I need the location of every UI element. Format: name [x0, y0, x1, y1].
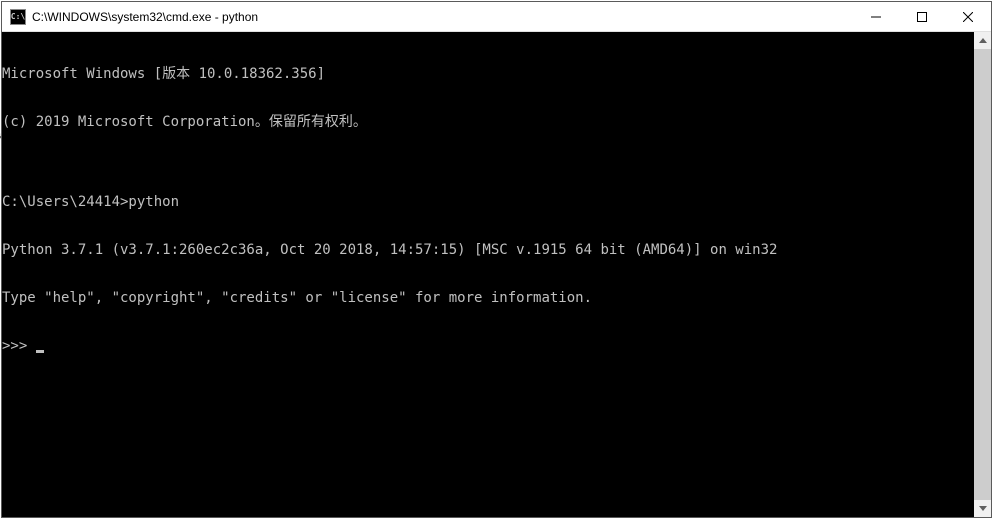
terminal-output[interactable]: Microsoft Windows [版本 10.0.18362.356] (c… [2, 32, 974, 517]
terminal-line: Python 3.7.1 (v3.7.1:260ec2c36a, Oct 20 … [2, 242, 974, 258]
scroll-thumb[interactable] [974, 49, 991, 500]
scroll-up-button[interactable] [974, 32, 991, 49]
cmd-window: C:\ C:\WINDOWS\system32\cmd.exe - python… [1, 1, 992, 518]
close-button[interactable] [945, 2, 991, 31]
terminal-line: Microsoft Windows [版本 10.0.18362.356] [2, 66, 974, 82]
terminal-line: Type "help", "copyright", "credits" or "… [2, 290, 974, 306]
close-icon [963, 12, 973, 22]
terminal-line: C:\Users\24414>python [2, 194, 974, 210]
terminal-line: (c) 2019 Microsoft Corporation。保留所有权利。 [2, 114, 974, 130]
minimize-button[interactable] [853, 2, 899, 31]
minimize-icon [871, 12, 881, 22]
vertical-scrollbar[interactable] [974, 32, 991, 517]
maximize-icon [917, 12, 927, 22]
scroll-down-button[interactable] [974, 500, 991, 517]
chevron-down-icon [979, 506, 987, 511]
python-prompt: >>> [2, 338, 36, 354]
chevron-up-icon [979, 38, 987, 43]
window-title: C:\WINDOWS\system32\cmd.exe - python [32, 10, 853, 24]
cmd-app-icon: C:\ [10, 9, 26, 25]
window-controls [853, 2, 991, 31]
maximize-button[interactable] [899, 2, 945, 31]
terminal-area: Microsoft Windows [版本 10.0.18362.356] (c… [2, 32, 991, 517]
cursor-icon [36, 350, 44, 353]
titlebar[interactable]: C:\ C:\WINDOWS\system32\cmd.exe - python [2, 2, 991, 32]
terminal-prompt-line: >>> [2, 338, 974, 354]
